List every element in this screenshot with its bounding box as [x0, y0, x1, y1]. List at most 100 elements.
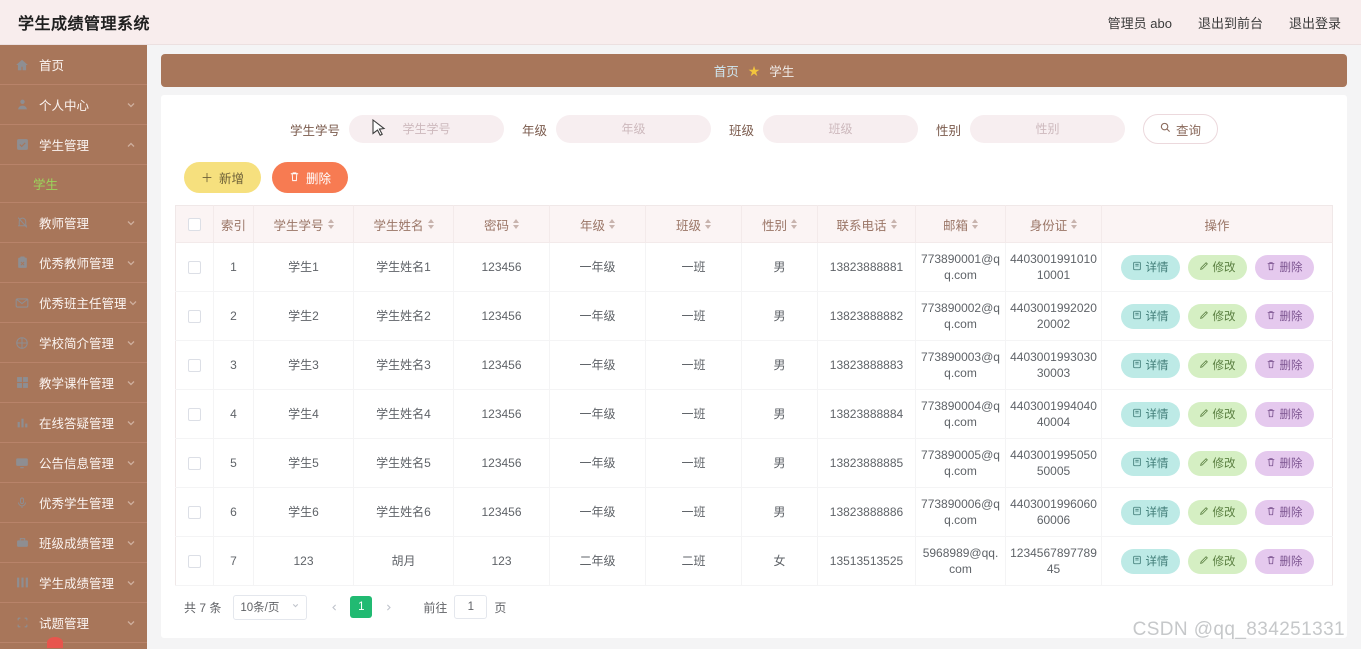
- sidebar-item-personal-center[interactable]: 个人中心: [0, 85, 147, 125]
- row-checkbox-cell[interactable]: [175, 291, 214, 341]
- pagination-page-1[interactable]: 1: [350, 596, 373, 618]
- sidebar-item-school-intro-management[interactable]: 学校简介管理: [0, 323, 147, 363]
- sort-icon[interactable]: [1071, 219, 1078, 229]
- row-action-detail-button[interactable]: 详情: [1120, 450, 1180, 476]
- sidebar-item-excellent-student-management[interactable]: 优秀学生管理: [0, 483, 147, 523]
- crop-icon: [14, 615, 30, 631]
- row-action-label: 删除: [1279, 409, 1303, 421]
- row-action-detail-button[interactable]: 详情: [1120, 499, 1180, 525]
- search-input-gender[interactable]: [970, 115, 1126, 143]
- row-action-detail-button[interactable]: 详情: [1120, 352, 1180, 378]
- bar-chart-icon: [14, 415, 30, 431]
- sort-icon[interactable]: [609, 219, 615, 229]
- sort-icon[interactable]: [427, 219, 434, 229]
- row-checkbox[interactable]: [188, 457, 201, 471]
- sidebar-item-label: 个人中心: [39, 99, 90, 113]
- cell-no: 学生2: [253, 291, 354, 341]
- row-checkbox-cell[interactable]: [175, 536, 214, 586]
- table-header-class[interactable]: 班级: [645, 205, 742, 243]
- row-action-delete-button[interactable]: 删除: [1254, 401, 1314, 427]
- row-action-label: 详情: [1145, 458, 1169, 470]
- sort-icon[interactable]: [705, 219, 711, 229]
- add-button[interactable]: ＋ 新增: [184, 162, 262, 193]
- sort-icon[interactable]: [890, 219, 897, 229]
- row-action-detail-button[interactable]: 详情: [1120, 254, 1180, 280]
- row-action-delete-button[interactable]: 删除: [1254, 548, 1314, 574]
- pagination-next-button[interactable]: [377, 596, 399, 618]
- sidebar-item-teacher-management[interactable]: 教师管理: [0, 203, 147, 243]
- cell-password: 123456: [453, 487, 550, 537]
- row-action-delete-button[interactable]: 删除: [1254, 499, 1314, 525]
- table-header-gender[interactable]: 性别: [741, 205, 818, 243]
- row-checkbox[interactable]: [188, 555, 201, 569]
- table-header-student-no[interactable]: 学生学号: [253, 205, 354, 243]
- breadcrumb-home[interactable]: 首页: [714, 61, 739, 80]
- row-checkbox-cell[interactable]: [175, 340, 214, 390]
- table-header-password[interactable]: 密码: [453, 205, 550, 243]
- row-checkbox[interactable]: [188, 408, 201, 422]
- table-header-select-all[interactable]: [175, 205, 214, 243]
- row-action-edit-button[interactable]: 修改: [1187, 303, 1247, 329]
- cell-grade: 一年级: [549, 340, 646, 390]
- sidebar-item-excellent-teacher-management[interactable]: 优秀教师管理: [0, 243, 147, 283]
- page-size-select[interactable]: 10条/页: [233, 594, 308, 620]
- table-header-idcard[interactable]: 身份证: [1005, 205, 1102, 243]
- row-action-detail-button[interactable]: 详情: [1120, 401, 1180, 427]
- sidebar-item-home[interactable]: 首页: [0, 45, 147, 85]
- row-checkbox-cell[interactable]: [175, 242, 214, 292]
- row-action-edit-button[interactable]: 修改: [1187, 450, 1247, 476]
- row-checkbox-cell[interactable]: [175, 438, 214, 488]
- search-input-class[interactable]: [763, 115, 918, 143]
- row-action-delete-button[interactable]: 删除: [1254, 450, 1314, 476]
- sidebar-subitem-student[interactable]: 学生: [0, 165, 147, 203]
- row-checkbox[interactable]: [188, 261, 201, 275]
- row-checkbox-cell[interactable]: [175, 487, 214, 537]
- sidebar-item-courseware-management[interactable]: 教学课件管理: [0, 363, 147, 403]
- sidebar-item-exam-question-management[interactable]: 试题管理: [0, 603, 147, 648]
- sort-icon[interactable]: [791, 219, 797, 229]
- row-action-edit-button[interactable]: 修改: [1187, 499, 1247, 525]
- table-header-email[interactable]: 邮箱: [915, 205, 1006, 243]
- search-label-gender: 性别: [936, 123, 962, 138]
- search-button[interactable]: 查询: [1143, 114, 1219, 144]
- nav-exit-to-front[interactable]: 退出到前台: [1198, 13, 1263, 32]
- row-checkbox-cell[interactable]: [175, 389, 214, 439]
- row-action-detail-button[interactable]: 详情: [1120, 303, 1180, 329]
- sidebar-item-announcement-management[interactable]: 公告信息管理: [0, 443, 147, 483]
- search-input-grade[interactable]: [555, 115, 711, 143]
- cell-idcard: 440300199606060006: [1005, 487, 1102, 537]
- row-checkbox[interactable]: [188, 359, 201, 373]
- row-action-edit-button[interactable]: 修改: [1187, 352, 1247, 378]
- pagination-prev-button[interactable]: [323, 596, 345, 618]
- row-action-delete-button[interactable]: 删除: [1254, 254, 1314, 280]
- sort-icon[interactable]: [513, 219, 519, 229]
- row-action-detail-button[interactable]: 详情: [1120, 548, 1180, 574]
- row-action-delete-button[interactable]: 删除: [1254, 352, 1314, 378]
- sort-icon[interactable]: [972, 219, 978, 229]
- sidebar-item-class-score-management[interactable]: 班级成绩管理: [0, 523, 147, 563]
- doc-icon: [1132, 506, 1142, 519]
- row-checkbox[interactable]: [188, 506, 201, 520]
- sort-icon[interactable]: [327, 219, 334, 229]
- sidebar-item-student-management[interactable]: 学生管理: [0, 125, 147, 165]
- row-checkbox[interactable]: [188, 310, 201, 324]
- cell-gender: 男: [741, 487, 818, 537]
- sidebar[interactable]: 首页 个人中心 学生管理 学生 教师管理 优秀教师管理 优秀班主任管理 学校简介…: [0, 45, 147, 649]
- table-header-phone[interactable]: 联系电话: [817, 205, 916, 243]
- table-header-grade[interactable]: 年级: [549, 205, 646, 243]
- sidebar-item-online-qa-management[interactable]: 在线答疑管理: [0, 403, 147, 443]
- sidebar-item-excellent-headteacher-management[interactable]: 优秀班主任管理: [0, 283, 147, 323]
- nav-admin-name[interactable]: 管理员 abo: [1108, 13, 1172, 32]
- batch-delete-button[interactable]: 删除: [272, 162, 349, 193]
- sidebar-item-student-score-management[interactable]: 学生成绩管理: [0, 563, 147, 603]
- cell-idcard: 123456789778945: [1005, 536, 1102, 586]
- pagination-goto-input[interactable]: [454, 595, 488, 619]
- table-header-student-name[interactable]: 学生姓名: [353, 205, 454, 243]
- select-all-checkbox[interactable]: [188, 218, 201, 232]
- nav-logout[interactable]: 退出登录: [1289, 13, 1341, 32]
- row-action-edit-button[interactable]: 修改: [1187, 548, 1247, 574]
- row-action-edit-button[interactable]: 修改: [1187, 401, 1247, 427]
- row-action-delete-button[interactable]: 删除: [1254, 303, 1314, 329]
- sidebar-item-label: 班级成绩管理: [39, 537, 115, 551]
- row-action-edit-button[interactable]: 修改: [1187, 254, 1247, 280]
